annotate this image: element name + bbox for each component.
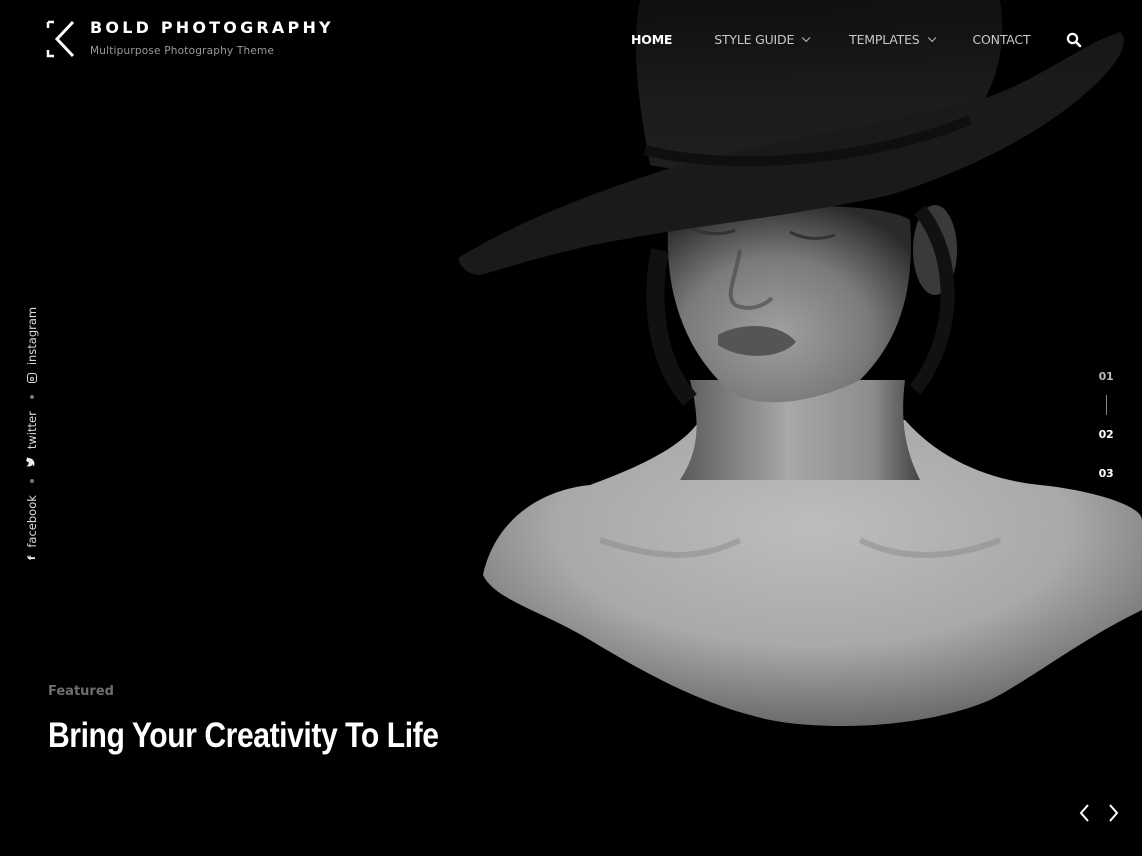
chevron-right-icon (1109, 804, 1119, 822)
prev-slide-button[interactable] (1078, 803, 1090, 823)
chevron-down-icon (927, 33, 936, 42)
chevron-down-icon (802, 33, 811, 42)
twitter-icon (26, 457, 38, 468)
pager-item-3[interactable]: 03 (1099, 467, 1114, 480)
nav-item-templates[interactable]: TEMPLATES (849, 32, 936, 47)
slide-caption: Featured Bring Your Creativity To Life (48, 682, 502, 756)
search-icon (1067, 32, 1082, 48)
nav-item-label: CONTACT (972, 32, 1031, 47)
pager-item-2[interactable]: 02 (1099, 428, 1114, 441)
k-monogram-icon (46, 19, 76, 59)
next-slide-button[interactable] (1108, 803, 1120, 823)
nav-item-label: HOME (631, 32, 673, 47)
social-link-instagram[interactable]: instagram (25, 306, 39, 384)
social-link-twitter[interactable]: twitter (25, 411, 39, 468)
separator-dot (30, 479, 34, 484)
pager-item-1[interactable]: 01 (1099, 370, 1114, 383)
nav-item-label: STYLE GUIDE (714, 32, 795, 47)
social-links: f facebook twitter instagram (24, 300, 40, 560)
nav-item-home[interactable]: HOME (631, 32, 672, 47)
slide-category[interactable]: Featured (48, 684, 114, 699)
site-title: BOLD PHOTOGRAPHY (90, 18, 334, 37)
instagram-icon (27, 373, 37, 384)
site-logo-link[interactable]: BOLD PHOTOGRAPHY Multipurpose Photograph… (46, 19, 334, 59)
social-link-label: instagram (25, 306, 39, 366)
main-nav: HOME STYLE GUIDE TEMPLATES CONTACT (631, 31, 1082, 48)
chevron-left-icon (1079, 804, 1089, 822)
logo-text: BOLD PHOTOGRAPHY Multipurpose Photograph… (90, 18, 334, 58)
social-link-label: facebook (25, 495, 39, 548)
search-button[interactable] (1066, 32, 1082, 48)
nav-item-style-guide[interactable]: STYLE GUIDE (714, 32, 811, 47)
slider-arrows (1078, 803, 1120, 823)
slide-pager: 01 02 03 (1096, 370, 1116, 480)
social-link-facebook[interactable]: f facebook (25, 495, 39, 560)
social-link-label: twitter (25, 411, 39, 450)
slide-title[interactable]: Bring Your Creativity To Life (48, 716, 439, 756)
site-header: BOLD PHOTOGRAPHY Multipurpose Photograph… (0, 0, 1142, 80)
separator-dot (30, 395, 34, 400)
facebook-icon: f (26, 555, 38, 560)
pager-active-line (1105, 395, 1107, 415)
nav-item-label: TEMPLATES (849, 32, 920, 47)
nav-item-contact[interactable]: CONTACT (973, 32, 1031, 47)
site-tagline: Multipurpose Photography Theme (90, 45, 275, 57)
